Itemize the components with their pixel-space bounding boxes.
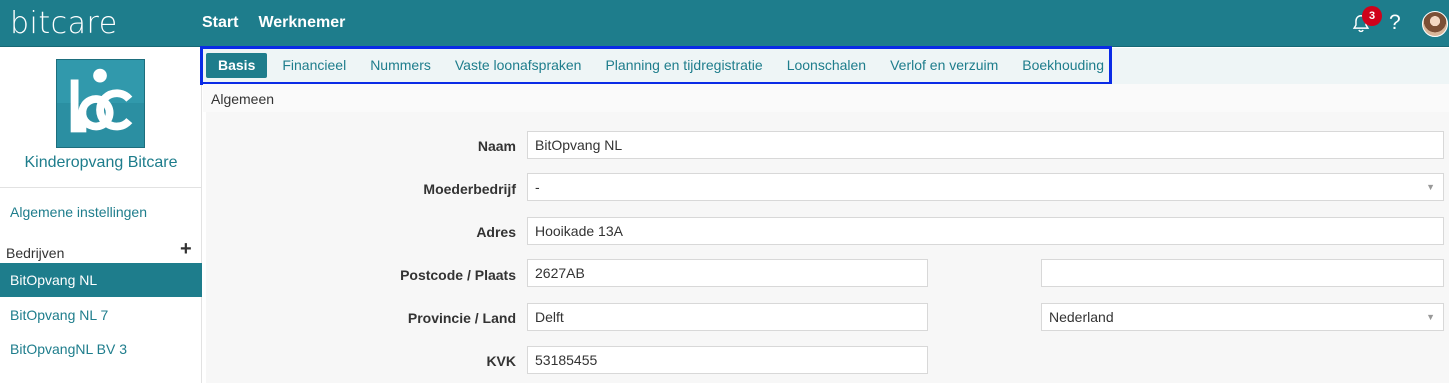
top-nav: Start Werknemer <box>202 14 345 32</box>
naam-label: Naam <box>477 138 516 154</box>
sidebar: Kinderopvang Bitcare Algemene instelling… <box>0 48 202 383</box>
nav-werknemer[interactable]: Werknemer <box>258 14 345 32</box>
nav-start[interactable]: Start <box>202 14 238 32</box>
sidebar-item-bitopvang-nl-7[interactable]: BitOpvang NL 7 <box>0 298 202 332</box>
section-title: Algemeen <box>203 84 1449 112</box>
adres-field[interactable]: Hooikade 13A <box>527 217 1444 245</box>
divider <box>0 187 202 188</box>
add-company-icon[interactable]: + <box>180 238 192 261</box>
company-logo <box>56 59 145 148</box>
naam-field[interactable]: BitOpvang NL <box>527 131 1444 159</box>
kvk-field[interactable]: 53185455 <box>527 346 928 374</box>
company-name: Kinderopvang Bitcare <box>24 154 178 171</box>
moederbedrijf-label: Moederbedrijf <box>423 181 516 197</box>
companies-label: Bedrijven <box>6 245 65 261</box>
avatar[interactable] <box>1422 11 1448 37</box>
chevron-down-icon: ▼ <box>1426 182 1435 192</box>
kvk-label: KVK <box>486 353 516 369</box>
brand-logo[interactable]: bitcare <box>10 6 118 41</box>
adres-label: Adres <box>476 224 516 240</box>
sidebar-item-bitopvang-nl[interactable]: BitOpvang NL <box>0 263 202 297</box>
moederbedrijf-value: - <box>535 179 540 195</box>
land-select[interactable]: Nederland ▼ <box>1041 303 1444 331</box>
chevron-down-icon: ▼ <box>1426 312 1435 322</box>
provincie-field[interactable]: Delft <box>527 303 928 331</box>
sidebar-item-bitopvangnl-bv-3[interactable]: BitOpvangNL BV 3 <box>0 332 202 366</box>
general-settings-link[interactable]: Algemene instellingen <box>10 204 147 220</box>
tabs-highlight-frame <box>200 46 1112 85</box>
postcode-plaats-label: Postcode / Plaats <box>400 267 516 283</box>
land-value: Nederland <box>1049 309 1114 325</box>
help-icon[interactable]: ? <box>1389 11 1401 35</box>
notification-badge[interactable]: 3 <box>1362 6 1382 26</box>
moederbedrijf-select[interactable]: - ▼ <box>527 173 1444 201</box>
plaats-field[interactable] <box>1041 259 1444 287</box>
postcode-field[interactable]: 2627AB <box>527 259 928 287</box>
provincie-land-label: Provincie / Land <box>407 310 516 326</box>
top-bar: bitcare Start Werknemer 3 ? <box>0 0 1449 47</box>
